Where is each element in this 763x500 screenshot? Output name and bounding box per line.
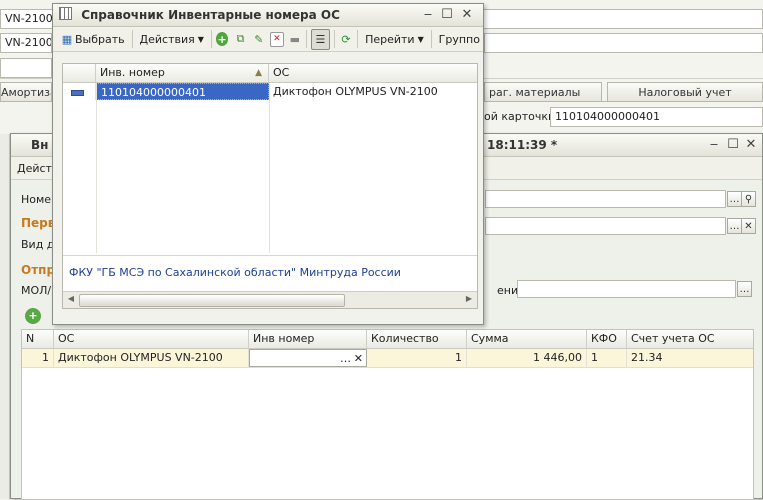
inv-select-button[interactable]: … xyxy=(340,350,351,366)
select-icon: ▦ xyxy=(61,32,73,46)
col-inv[interactable]: Инв номер xyxy=(249,330,367,348)
cell-n: 1 xyxy=(22,349,54,367)
table-row[interactable]: 1 Диктофон OLYMPUS VN-2100 … ✕ 1 1 446,0… xyxy=(22,349,753,368)
bg-field-empty[interactable] xyxy=(0,58,52,78)
bg-field-model-2-right[interactable] xyxy=(484,33,763,53)
organization-footer: ФКУ "ГБ МСЭ по Сахалинской области" Минт… xyxy=(69,266,401,279)
toolbar-separator xyxy=(430,30,432,48)
document-title-time: 18:11:39 * xyxy=(487,138,558,152)
dialog-close-icon[interactable]: ✕ xyxy=(458,4,476,26)
actions-label: Действия xyxy=(139,32,195,46)
select-button[interactable]: ▦ Выбрать xyxy=(56,29,128,49)
col-n[interactable]: N xyxy=(22,330,54,348)
naznach-field[interactable] xyxy=(517,280,736,298)
col-account[interactable]: Счет учета ОС xyxy=(627,330,753,348)
add-icon[interactable]: + xyxy=(215,32,229,46)
mol-label: МОЛ/ xyxy=(21,284,52,297)
col-sum[interactable]: Сумма xyxy=(467,330,587,348)
hierarchy-icon[interactable]: ☰ xyxy=(310,28,330,50)
list-footer-line xyxy=(63,255,477,256)
row-os-name: Диктофон OLYMPUS VN-2100 xyxy=(273,85,438,98)
dialog-title: Справочник Инвентарные номера ОС xyxy=(81,8,340,22)
cell-sum: 1 446,00 xyxy=(467,349,587,367)
tab-materials[interactable]: раг. материалы xyxy=(484,82,602,101)
column-divider xyxy=(96,83,97,253)
col-os[interactable]: ОС xyxy=(54,330,249,348)
inv-clear-icon[interactable]: ✕ xyxy=(354,350,363,366)
col-qty[interactable]: Количество xyxy=(367,330,467,348)
col-os-name[interactable]: ОС xyxy=(269,64,477,82)
row-marker xyxy=(63,83,96,100)
horizontal-scrollbar[interactable]: ◀ ▶ xyxy=(63,291,477,308)
list-item[interactable]: 110104000000401 Диктофон OLYMPUS VN-2100 xyxy=(63,83,477,100)
dialog-maximize-icon[interactable]: ☐ xyxy=(438,4,456,26)
refresh-icon[interactable]: ⟳ xyxy=(339,31,353,47)
minimize-icon[interactable]: ‒ xyxy=(705,134,723,156)
vid-select-button[interactable]: … xyxy=(727,218,742,234)
card-number-field[interactable]: 110104000000401 xyxy=(550,107,763,127)
toolbar-separator xyxy=(131,30,133,48)
cell-inv[interactable]: … ✕ xyxy=(249,349,367,367)
actions-menu-button[interactable]: Действия ▼ xyxy=(137,29,207,49)
cell-account: 21.34 xyxy=(631,351,663,364)
close-icon[interactable]: ✕ xyxy=(742,134,760,156)
dialog-toolbar: ▦ Выбрать Действия ▼ + ⧉ ✎ ✕ ▬ ☰ ⟳ Перей… xyxy=(53,27,483,52)
card-number-label: ой карточки: xyxy=(484,110,559,123)
section-sender-label: Отпр xyxy=(21,263,56,277)
nomer-search-icon[interactable]: ⚲ xyxy=(741,191,756,207)
document-title: Вн xyxy=(31,138,49,152)
column-divider xyxy=(269,83,270,253)
document-actions-button[interactable]: Дейст xyxy=(14,158,55,178)
chevron-down-icon: ▼ xyxy=(417,34,424,44)
cell-qty: 1 xyxy=(367,349,467,367)
goto-menu-button[interactable]: Перейти ▼ xyxy=(362,29,427,49)
col-icon xyxy=(63,64,96,82)
cell-kfo: 1 xyxy=(587,349,627,367)
select-label: Выбрать xyxy=(75,32,125,46)
sort-asc-icon: ▲ xyxy=(255,68,262,78)
inventory-dialog: Справочник Инвентарные номера ОС ‒ ☐ ✕ ▦… xyxy=(52,3,484,325)
vid-clear-icon[interactable]: ✕ xyxy=(741,218,756,234)
goto-label: Перейти xyxy=(365,32,415,46)
scroll-right-icon[interactable]: ▶ xyxy=(463,293,475,305)
scroll-thumb[interactable] xyxy=(79,294,345,307)
bg-field-model-2[interactable]: VN-2100 xyxy=(0,33,52,53)
scroll-left-icon[interactable]: ◀ xyxy=(65,293,77,305)
copy-icon[interactable]: ⧉ xyxy=(233,31,247,47)
save-icon[interactable]: ▬ xyxy=(288,31,302,47)
nomer-select-button[interactable]: … xyxy=(727,191,742,207)
nomer-field[interactable] xyxy=(485,190,726,208)
inventory-list: Инв. номер ▲ ОС 110104000000401 Диктофон… xyxy=(62,63,478,309)
row-inv-number: 110104000000401 xyxy=(96,83,269,100)
section-first-label: Перв xyxy=(21,216,56,230)
toolbar-separator xyxy=(306,30,307,48)
dialog-minimize-icon[interactable]: ‒ xyxy=(419,4,437,26)
dialog-title-bar: Справочник Инвентарные номера ОС ‒ ☐ ✕ xyxy=(53,4,483,27)
edit-icon[interactable]: ✎ xyxy=(252,31,266,47)
col-kfo[interactable]: КФО xyxy=(587,330,627,348)
col-inv-number[interactable]: Инв. номер ▲ xyxy=(96,64,269,82)
chevron-down-icon: ▼ xyxy=(197,34,204,44)
col-inv-number-label: Инв. номер xyxy=(100,66,165,79)
toolbar-separator xyxy=(210,30,212,48)
dialog-grid-icon xyxy=(59,7,72,20)
inventory-list-header: Инв. номер ▲ ОС xyxy=(63,64,477,83)
groups-button[interactable]: Группо xyxy=(436,29,483,49)
toolbar-separator xyxy=(357,30,359,48)
tab-amortization[interactable]: Амортиза xyxy=(0,82,52,101)
doc-table: N ОС Инв номер Количество Сумма КФО Счет… xyxy=(21,329,754,500)
maximize-icon[interactable]: ☐ xyxy=(724,134,742,156)
doc-table-header: N ОС Инв номер Количество Сумма КФО Счет… xyxy=(22,330,753,349)
naznach-select-button[interactable]: … xyxy=(737,281,752,297)
element-icon xyxy=(71,90,84,96)
left-strip xyxy=(0,134,10,499)
tab-tax-accounting[interactable]: Налоговый учет xyxy=(607,82,763,101)
toolbar-separator xyxy=(333,30,335,48)
delete-mark-icon[interactable]: ✕ xyxy=(270,31,284,47)
vid-field[interactable] xyxy=(485,217,726,235)
cell-os: Диктофон OLYMPUS VN-2100 xyxy=(54,349,249,367)
add-row-icon[interactable]: + xyxy=(25,308,41,324)
